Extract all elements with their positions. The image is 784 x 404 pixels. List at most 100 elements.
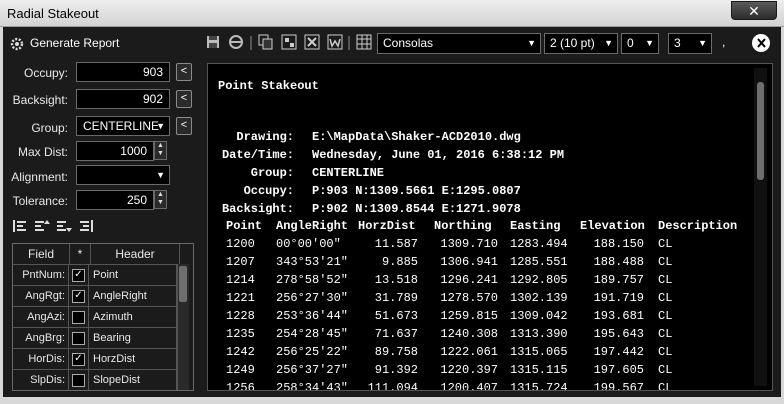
word-icon[interactable] (327, 34, 343, 53)
precision-a-select[interactable]: 0 ▼ (621, 33, 659, 54)
grid-header-name[interactable]: Bearing (89, 328, 177, 349)
grid-header-include[interactable]: * (70, 244, 91, 265)
report-column-header: AngleRight (276, 219, 349, 233)
report-cell: 1242 (226, 345, 255, 359)
report-cell: 1240.308 (440, 327, 498, 341)
include-checkbox[interactable] (72, 374, 85, 387)
tolerance-spinner[interactable]: ▲ ▼ (154, 190, 167, 209)
group-select[interactable]: CENTERLINE ▼ (76, 116, 170, 136)
report-cell: CL (658, 273, 673, 287)
move-column-up-icon[interactable] (34, 218, 50, 237)
chevron-down-icon: ▼ (156, 121, 165, 131)
grid-header-name[interactable]: SlopeDist (89, 370, 177, 390)
excel-icon[interactable] (304, 34, 320, 53)
report-cell: 11.587 (374, 237, 418, 251)
move-column-down-icon[interactable] (56, 218, 72, 237)
grid-export-icon[interactable] (281, 34, 297, 53)
report-cell: 00°00'00" (276, 237, 341, 251)
grid-include-cell (69, 328, 89, 349)
report-cell: 1283.494 (510, 237, 568, 251)
report-occupy-value: P:903 N:1309.5661 E:1295.0807 (312, 184, 521, 198)
grid-field-name: AngRgt: (13, 286, 69, 307)
grid-row[interactable]: AngAzi: Azimuth (13, 307, 193, 328)
report-cell: 1200.407 (440, 381, 498, 391)
occupy-input[interactable]: 903 (76, 62, 170, 82)
report-cell: 91.392 (374, 363, 418, 377)
include-checkbox[interactable]: ✓ (72, 290, 85, 303)
chevron-down-icon: ▼ (645, 38, 654, 48)
report-backsight-value: P:902 N:1309.8544 E:1271.9078 (312, 202, 521, 216)
grid-row[interactable]: PntNum: ✓ Point (13, 265, 193, 286)
grid-scroll-thumb[interactable] (179, 266, 187, 302)
table-icon[interactable] (356, 34, 372, 53)
tolerance-label: Tolerance: (12, 194, 68, 208)
include-checkbox[interactable] (72, 311, 85, 324)
report-cell: 1278.570 (440, 291, 498, 305)
report-cell: 1256 (226, 381, 255, 391)
backsight-label: Backsight: (12, 93, 68, 107)
pick-occupy-button[interactable]: < (176, 63, 192, 81)
report-cell: CL (658, 237, 673, 251)
report-cell: 1309.042 (510, 309, 568, 323)
report-cell: 1296.241 (440, 273, 498, 287)
grid-row[interactable]: HorDis: ✓ HorzDist (13, 349, 193, 370)
precision-b-select[interactable]: 3 ▼ (668, 33, 712, 54)
gear-icon (10, 37, 24, 51)
maxdist-input[interactable]: 1000 (76, 141, 154, 161)
save-icon[interactable] (206, 35, 220, 49)
report-cell: 1302.139 (510, 291, 568, 305)
report-cell: 71.637 (374, 327, 418, 341)
browser-icon[interactable] (228, 34, 244, 50)
font-select[interactable]: Consolas ▼ (377, 33, 541, 54)
grid-include-cell: ✓ (69, 349, 89, 370)
report-view[interactable]: Point Stakeout Drawing: E:\MapData\Shaker-… (207, 63, 773, 391)
grid-header-name[interactable]: AngleRight (89, 286, 177, 307)
include-checkbox[interactable]: ✓ (72, 269, 85, 282)
grid-row[interactable]: AngRgt: ✓ AngleRight (13, 286, 193, 307)
copy-icon[interactable] (258, 34, 274, 53)
toolbar-divider (348, 36, 350, 50)
report-cell: 197.442 (593, 345, 644, 359)
include-checkbox[interactable] (72, 332, 85, 345)
grid-header-name[interactable]: Point (89, 265, 177, 286)
report-cell: 1315.065 (510, 345, 568, 359)
backsight-input[interactable]: 902 (76, 89, 170, 109)
maxdist-spinner[interactable]: ▲ ▼ (154, 141, 167, 160)
report-cell: CL (658, 363, 673, 377)
report-cell: 51.673 (374, 309, 418, 323)
report-column-header: Easting (510, 219, 561, 233)
report-cell: 89.758 (374, 345, 418, 359)
help-icon[interactable] (752, 34, 770, 52)
report-cell: CL (658, 255, 673, 269)
grid-header-header[interactable]: Header (91, 244, 180, 265)
separator-value[interactable]: , (722, 35, 725, 49)
generate-report-button[interactable]: Generate Report (10, 35, 180, 53)
tolerance-input[interactable]: 250 (76, 190, 154, 210)
report-cell: 256°25'22" (276, 345, 349, 359)
grid-header-name[interactable]: Azimuth (89, 307, 177, 328)
occupy-label: Occupy: (23, 66, 68, 80)
close-button[interactable]: ✕ (731, 1, 777, 20)
report-cell: 1221 (226, 291, 255, 305)
report-cell: 199.567 (593, 381, 644, 391)
grid-row[interactable]: AngBrg: Bearing (13, 328, 193, 349)
grid-row[interactable]: SlpDis: SlopeDist (13, 370, 193, 390)
report-drawing-value: E:\MapData\Shaker-ACD2010.dwg (312, 130, 521, 144)
grid-header-field[interactable]: Field (13, 244, 70, 265)
pick-group-button[interactable]: < (176, 117, 192, 135)
grid-header-name[interactable]: HorzDist (89, 349, 177, 370)
report-cell: 1306.941 (440, 255, 498, 269)
report-scroll-thumb[interactable] (757, 82, 764, 180)
report-cell: 1207 (226, 255, 255, 269)
size-select[interactable]: 2 (10 pt) ▼ (544, 33, 618, 54)
include-checkbox[interactable]: ✓ (72, 353, 85, 366)
report-cell: 1220.397 (440, 363, 498, 377)
move-column-last-icon[interactable] (78, 218, 94, 237)
move-column-first-icon[interactable] (12, 218, 28, 237)
grid-field-name: PntNum: (13, 265, 69, 286)
report-cell: 1214 (226, 273, 255, 287)
report-cell: 189.757 (593, 273, 644, 287)
window-frame-left (0, 27, 3, 397)
pick-backsight-button[interactable]: < (176, 90, 192, 108)
alignment-select[interactable]: ▼ (76, 165, 170, 185)
